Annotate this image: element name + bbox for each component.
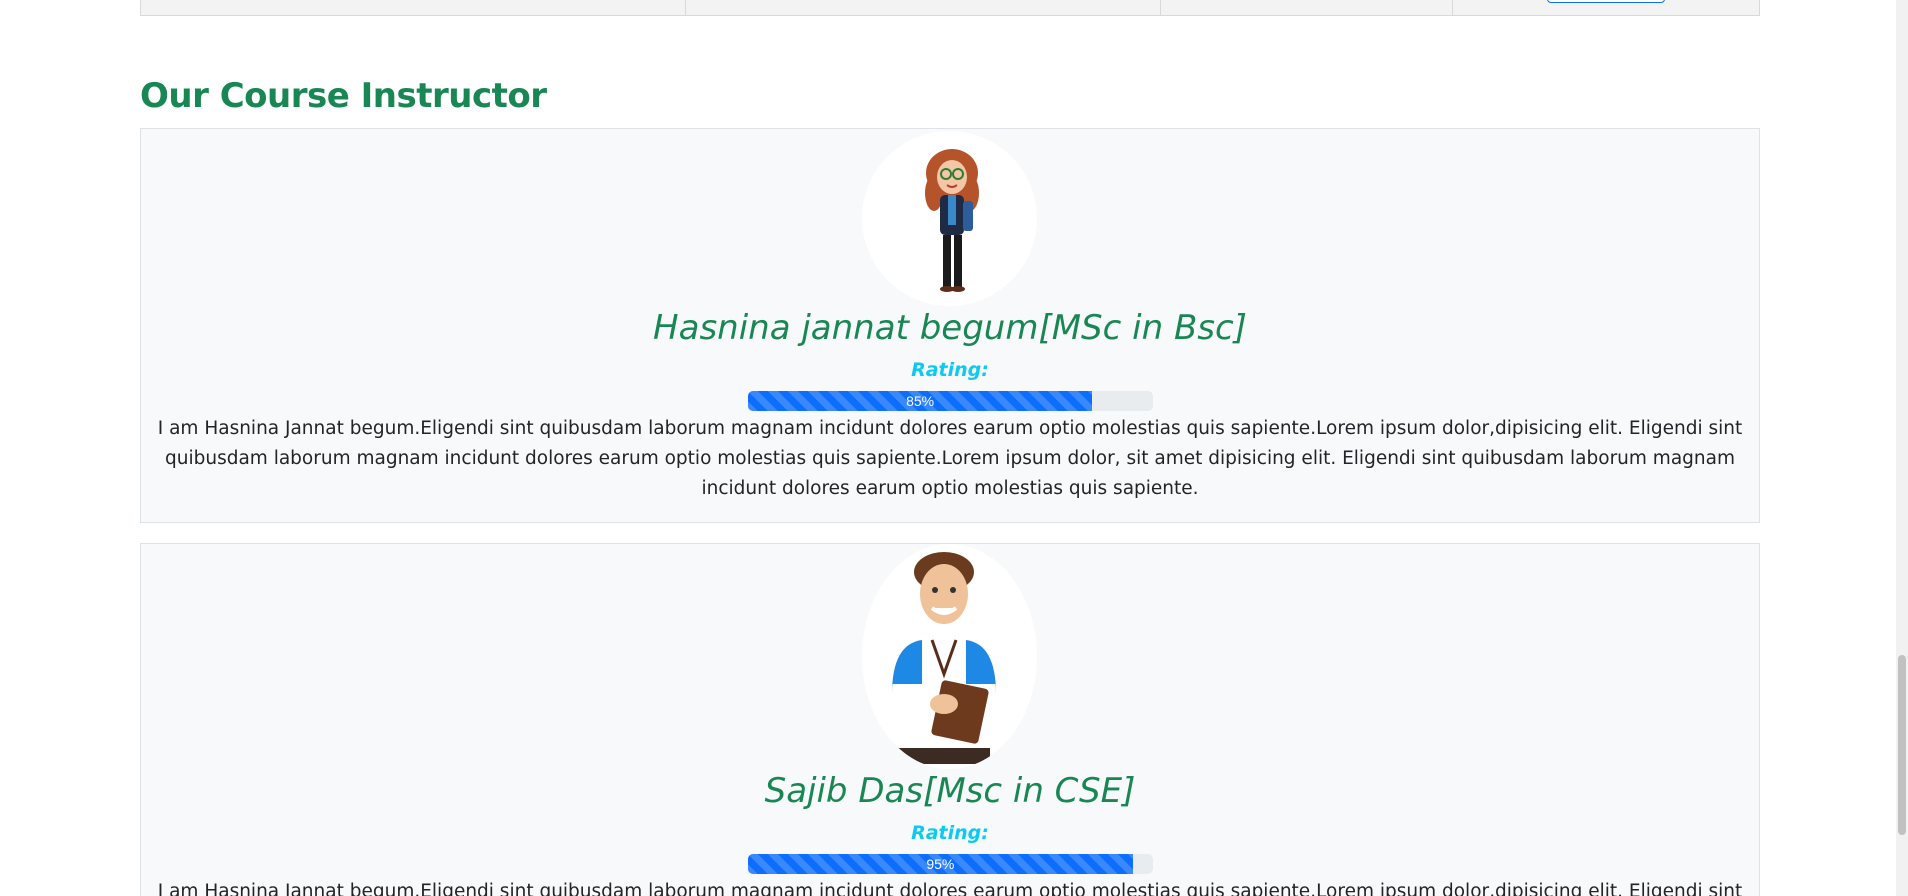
scrollbar-thumb[interactable] (1898, 655, 1906, 835)
page: Our Course Instructor Hasnina jannat beg… (0, 0, 1908, 896)
instructor-bio: I am Hasnina Jannat begum.Eligendi sint … (157, 418, 1743, 499)
table-action-button[interactable] (1547, 0, 1665, 3)
instructor-bio: I am Hasnina Jannat begum.Eligendi sint … (157, 881, 1743, 896)
rating-progress: 95% (748, 854, 1153, 874)
table-divider (1452, 0, 1453, 15)
instructor-card: Sajib Das[Msc in CSE] Rating: 95% I am H… (140, 543, 1760, 896)
rating-progress: 85% (748, 391, 1153, 411)
vertical-scrollbar[interactable] (1896, 0, 1908, 896)
rating-progress-bar: 85% (748, 391, 1093, 411)
course-table-bottom-edge (140, 0, 1760, 16)
instructor-name: Hasnina jannat begum[MSc in Bsc] (653, 308, 1247, 348)
table-divider (1160, 0, 1161, 15)
instructor-avatar (862, 544, 1037, 769)
rating-label: Rating: (911, 359, 989, 381)
table-divider (685, 0, 686, 15)
male-instructor-avatar-image (862, 544, 1036, 768)
section-title: Our Course Instructor (140, 76, 547, 116)
instructor-card: Hasnina jannat begum[MSc in Bsc] Rating:… (140, 128, 1760, 523)
rating-label: Rating: (911, 822, 989, 844)
instructor-name: Sajib Das[Msc in CSE] (764, 771, 1136, 811)
female-instructor-avatar-image (862, 131, 1036, 305)
instructor-avatar (862, 131, 1037, 306)
rating-progress-bar: 95% (748, 854, 1133, 874)
